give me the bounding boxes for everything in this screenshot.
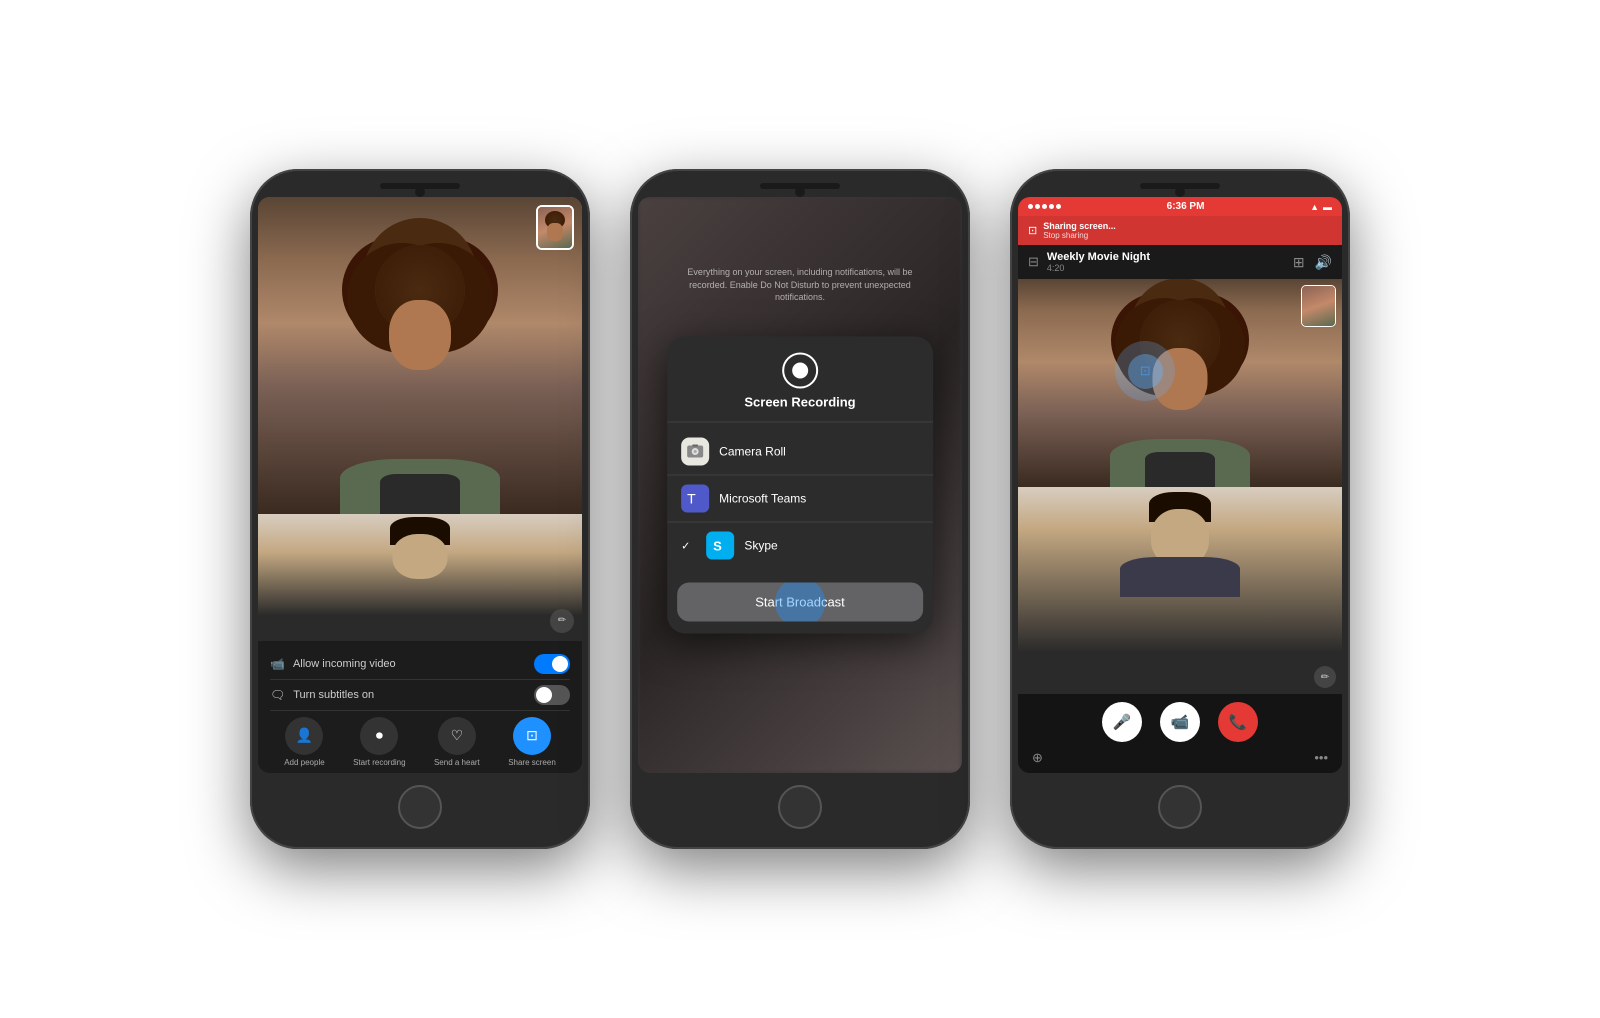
camera-roll-label: Camera Roll bbox=[719, 445, 919, 459]
sharing-text: Sharing screen... bbox=[1043, 221, 1116, 231]
secondary-video-feed bbox=[258, 514, 582, 641]
phone3-edit-icon: ✏ bbox=[1314, 666, 1336, 688]
phone3-secondary-video: ✏ bbox=[1018, 487, 1342, 695]
subtitles-toggle[interactable] bbox=[534, 685, 570, 705]
send-heart-btn[interactable]: ♡ Send a heart bbox=[434, 717, 480, 767]
subtitles-icon: 🗨 bbox=[270, 688, 285, 702]
popup-item-skype[interactable]: ✓ S Skype bbox=[667, 523, 933, 569]
phone2-camera bbox=[795, 187, 805, 197]
skype-icon: S bbox=[706, 532, 734, 560]
popup-app-list: Camera Roll T Microsoft Teams ✓ bbox=[667, 423, 933, 575]
call-info: Weekly Movie Night 4:20 bbox=[1047, 251, 1293, 273]
share-screen-label: Share screen bbox=[508, 758, 556, 767]
record-icon bbox=[782, 353, 818, 389]
screen-recording-popup: Screen Recording Camera bbox=[667, 337, 933, 634]
call-buttons: 🎤 📹 📞 bbox=[1028, 702, 1332, 742]
record-dot bbox=[792, 363, 808, 379]
start-recording-icon: ⏺ bbox=[360, 717, 398, 755]
share-screen-icon: ⊡ bbox=[513, 717, 551, 755]
volume-icon[interactable]: 🔊 bbox=[1315, 254, 1332, 271]
phone3-video-area: ⊡ ✏ bbox=[1018, 279, 1342, 694]
teams-icon: T bbox=[681, 485, 709, 513]
subtitles-label: Turn subtitles on bbox=[293, 689, 534, 701]
camera-btn[interactable]: 📹 bbox=[1160, 702, 1200, 742]
extra-controls: ⊕ ••• bbox=[1028, 748, 1332, 768]
camera-roll-icon bbox=[681, 438, 709, 466]
grid-view-icon[interactable]: ⊞ bbox=[1293, 254, 1305, 271]
sharing-sub-text: Stop sharing bbox=[1043, 231, 1116, 240]
sharing-icon: ⊡ bbox=[1028, 224, 1037, 237]
status-bar: 6:36 PM ▲ ▬ bbox=[1018, 197, 1342, 216]
focus-icon[interactable]: ⊕ bbox=[1032, 750, 1043, 766]
incoming-video-row[interactable]: 📹 Allow incoming video bbox=[270, 649, 570, 680]
phone-1: ✏ 📹 Allow incoming video 🗨 Turn subtitle… bbox=[250, 169, 590, 849]
phone1-screen: ✏ 📹 Allow incoming video 🗨 Turn subtitle… bbox=[258, 197, 582, 773]
phone1-self-thumbnail bbox=[536, 205, 574, 250]
start-recording-label: Start recording bbox=[353, 758, 405, 767]
popup-title: Screen Recording bbox=[744, 395, 855, 410]
phone1-video-secondary: ✏ bbox=[258, 514, 582, 641]
call-name: Weekly Movie Night bbox=[1047, 251, 1293, 263]
phone1-action-bar: 👤 Add people ⏺ Start recording ♡ Send a … bbox=[270, 711, 570, 767]
toggle-knob bbox=[552, 656, 568, 672]
phone-2: Everything on your screen, including not… bbox=[630, 169, 970, 849]
phone1-video-main bbox=[258, 197, 582, 514]
popup-item-teams[interactable]: T Microsoft Teams bbox=[667, 476, 933, 523]
share-screen-btn[interactable]: ⊡ Share screen bbox=[508, 717, 556, 767]
heart-icon: ♡ bbox=[438, 717, 476, 755]
sharing-bar[interactable]: ⊡ Sharing screen... Stop sharing bbox=[1018, 216, 1342, 245]
phone-3: 6:36 PM ▲ ▬ ⊡ Sharing screen... Stop sha… bbox=[1010, 169, 1350, 849]
broadcast-ripple bbox=[775, 583, 825, 622]
popup-header: Screen Recording bbox=[667, 337, 933, 423]
info-text: Everything on your screen, including not… bbox=[687, 266, 914, 304]
teams-label: Microsoft Teams bbox=[719, 492, 919, 506]
phone1-edit-icon: ✏ bbox=[550, 609, 574, 633]
status-icons: ▲ ▬ bbox=[1310, 202, 1332, 212]
wifi-icon: ▲ bbox=[1310, 202, 1319, 212]
phone3-screen: 6:36 PM ▲ ▬ ⊡ Sharing screen... Stop sha… bbox=[1018, 197, 1342, 773]
incoming-video-toggle[interactable] bbox=[534, 654, 570, 674]
signal-indicator bbox=[1028, 204, 1061, 209]
phone3-call-controls: 🎤 📹 📞 ⊕ ••• bbox=[1018, 694, 1342, 773]
call-header: ⊟ Weekly Movie Night 4:20 ⊞ 🔊 bbox=[1018, 245, 1342, 279]
popup-item-camera-roll[interactable]: Camera Roll bbox=[667, 429, 933, 476]
svg-text:S: S bbox=[713, 539, 722, 554]
phone2-screen: Everything on your screen, including not… bbox=[638, 197, 962, 773]
start-recording-btn[interactable]: ⏺ Start recording bbox=[353, 717, 405, 767]
phone1-home-button[interactable] bbox=[398, 785, 442, 829]
phone3-self-thumbnail bbox=[1301, 285, 1336, 327]
end-call-btn[interactable]: 📞 bbox=[1218, 702, 1258, 742]
add-people-btn[interactable]: 👤 Add people bbox=[284, 717, 324, 767]
send-heart-label: Send a heart bbox=[434, 758, 480, 767]
svg-text:T: T bbox=[687, 491, 696, 507]
subtitles-row[interactable]: 🗨 Turn subtitles on bbox=[270, 680, 570, 711]
add-people-icon: 👤 bbox=[285, 717, 323, 755]
skype-label: Skype bbox=[744, 539, 918, 553]
incoming-video-label: Allow incoming video bbox=[293, 658, 534, 670]
add-people-label: Add people bbox=[284, 758, 324, 767]
call-type-icon: ⊟ bbox=[1028, 254, 1039, 270]
skype-checkmark: ✓ bbox=[681, 539, 690, 552]
sharing-circle-inner: ⊡ bbox=[1128, 354, 1163, 389]
phone1-controls-panel: 📹 Allow incoming video 🗨 Turn subtitles … bbox=[258, 641, 582, 773]
call-time: 4:20 bbox=[1047, 263, 1293, 273]
phone1-camera bbox=[415, 187, 425, 197]
start-broadcast-button[interactable]: Start Broadcast bbox=[677, 583, 923, 622]
mute-btn[interactable]: 🎤 bbox=[1102, 702, 1142, 742]
phone3-main-video: ⊡ bbox=[1018, 279, 1342, 487]
main-video-feed bbox=[258, 197, 582, 514]
phone3-camera bbox=[1175, 187, 1185, 197]
toggle-knob-2 bbox=[536, 687, 552, 703]
more-options-icon[interactable]: ••• bbox=[1314, 750, 1328, 766]
battery-icon: ▬ bbox=[1323, 202, 1332, 212]
status-time: 6:36 PM bbox=[1167, 201, 1205, 212]
call-header-actions: ⊞ 🔊 bbox=[1293, 254, 1332, 271]
phone3-home-button[interactable] bbox=[1158, 785, 1202, 829]
video-icon: 📹 bbox=[270, 657, 285, 671]
phone2-home-button[interactable] bbox=[778, 785, 822, 829]
